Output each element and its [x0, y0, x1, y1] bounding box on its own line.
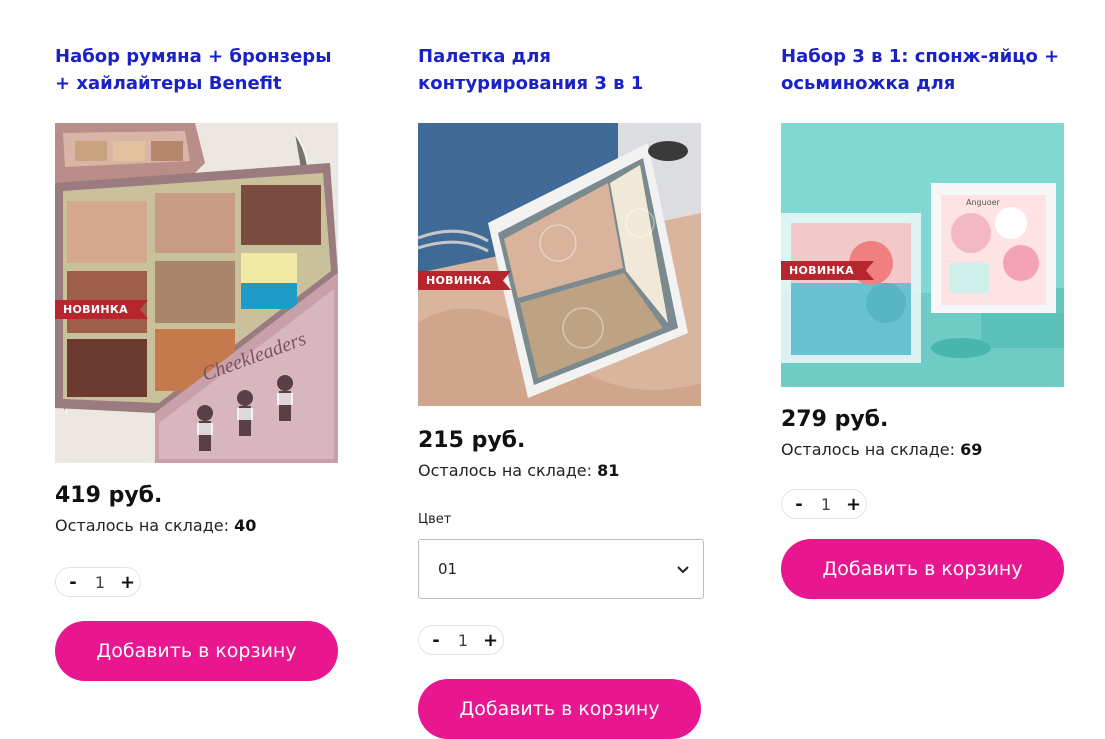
add-to-cart-button[interactable]: Добавить в корзину	[418, 679, 701, 739]
add-to-cart-button[interactable]: Добавить в корзину	[55, 621, 338, 681]
qty-increase-button[interactable]: +	[846, 494, 861, 515]
color-option-label: Цвет	[418, 512, 452, 527]
product-title[interactable]: Набор румяна + бронзеры + хайлайтеры Ben…	[55, 43, 345, 97]
product-title[interactable]: Набор 3 в 1: спонж-яйцо + осьминожка для	[781, 43, 1071, 97]
qty-value[interactable]: 1	[95, 573, 105, 592]
stock-info: Осталось на складе: 69	[781, 439, 1071, 461]
product-image[interactable]: НОВИНКА	[418, 123, 701, 406]
quantity-stepper: - 1 +	[55, 567, 141, 597]
product-card: Набор 3 в 1: спонж-яйцо + осьминожка для…	[781, 0, 1071, 599]
stock-info: Осталось на складе: 81	[418, 460, 708, 482]
new-badge: НОВИНКА	[781, 261, 874, 280]
stock-info: Осталось на складе: 40	[55, 515, 345, 537]
product-image[interactable]: Anguoer НОВИНКА	[781, 123, 1064, 387]
qty-decrease-button[interactable]: -	[792, 494, 806, 515]
add-to-cart-button[interactable]: Добавить в корзину	[781, 539, 1064, 599]
product-card: Палетка для контурирования 3 в 1 НОВИНКА…	[418, 0, 708, 739]
stock-count: 40	[234, 516, 257, 535]
product-card: Набор румяна + бронзеры + хайлайтеры Ben…	[55, 0, 345, 681]
stock-count: 69	[960, 440, 983, 459]
quantity-stepper: - 1 +	[418, 625, 504, 655]
qty-value[interactable]: 1	[458, 631, 468, 650]
stock-label: Осталось на складе:	[781, 440, 955, 459]
color-select-value: 01	[438, 560, 458, 578]
quantity-stepper: - 1 +	[781, 489, 867, 519]
new-badge: НОВИНКА	[418, 271, 511, 290]
stock-label: Осталось на складе:	[55, 516, 229, 535]
qty-increase-button[interactable]: +	[120, 572, 135, 593]
new-badge: НОВИНКА	[55, 300, 148, 319]
chevron-down-icon	[677, 560, 689, 578]
sponge-set-photo: Anguoer	[781, 123, 1064, 387]
svg-text:Anguoer: Anguoer	[966, 198, 1001, 207]
stock-label: Осталось на складе:	[418, 461, 592, 480]
palette-photo: Cheekleaders	[55, 123, 338, 463]
qty-decrease-button[interactable]: -	[66, 572, 80, 593]
color-select[interactable]: 01	[418, 539, 704, 599]
product-image[interactable]: Cheekleaders НОВИНКА	[55, 123, 338, 463]
product-price: 419 руб.	[55, 483, 163, 508]
product-title[interactable]: Палетка для контурирования 3 в 1	[418, 43, 708, 97]
stock-count: 81	[597, 461, 620, 480]
qty-value[interactable]: 1	[821, 495, 831, 514]
product-price: 279 руб.	[781, 407, 889, 432]
product-price: 215 руб.	[418, 428, 526, 453]
qty-decrease-button[interactable]: -	[429, 630, 443, 651]
qty-increase-button[interactable]: +	[483, 630, 498, 651]
contour-palette-photo	[418, 123, 701, 406]
